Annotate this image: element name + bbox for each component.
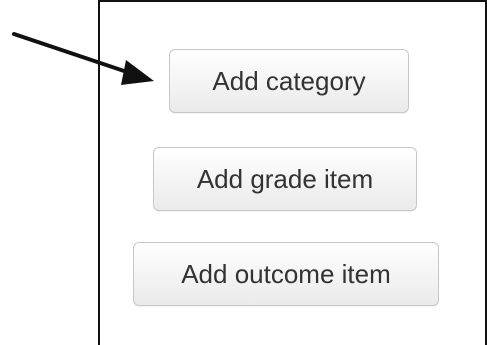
add-outcome-item-button[interactable]: Add outcome item	[133, 242, 439, 306]
add-category-button[interactable]: Add category	[169, 49, 409, 113]
add-grade-item-button[interactable]: Add grade item	[153, 147, 417, 211]
